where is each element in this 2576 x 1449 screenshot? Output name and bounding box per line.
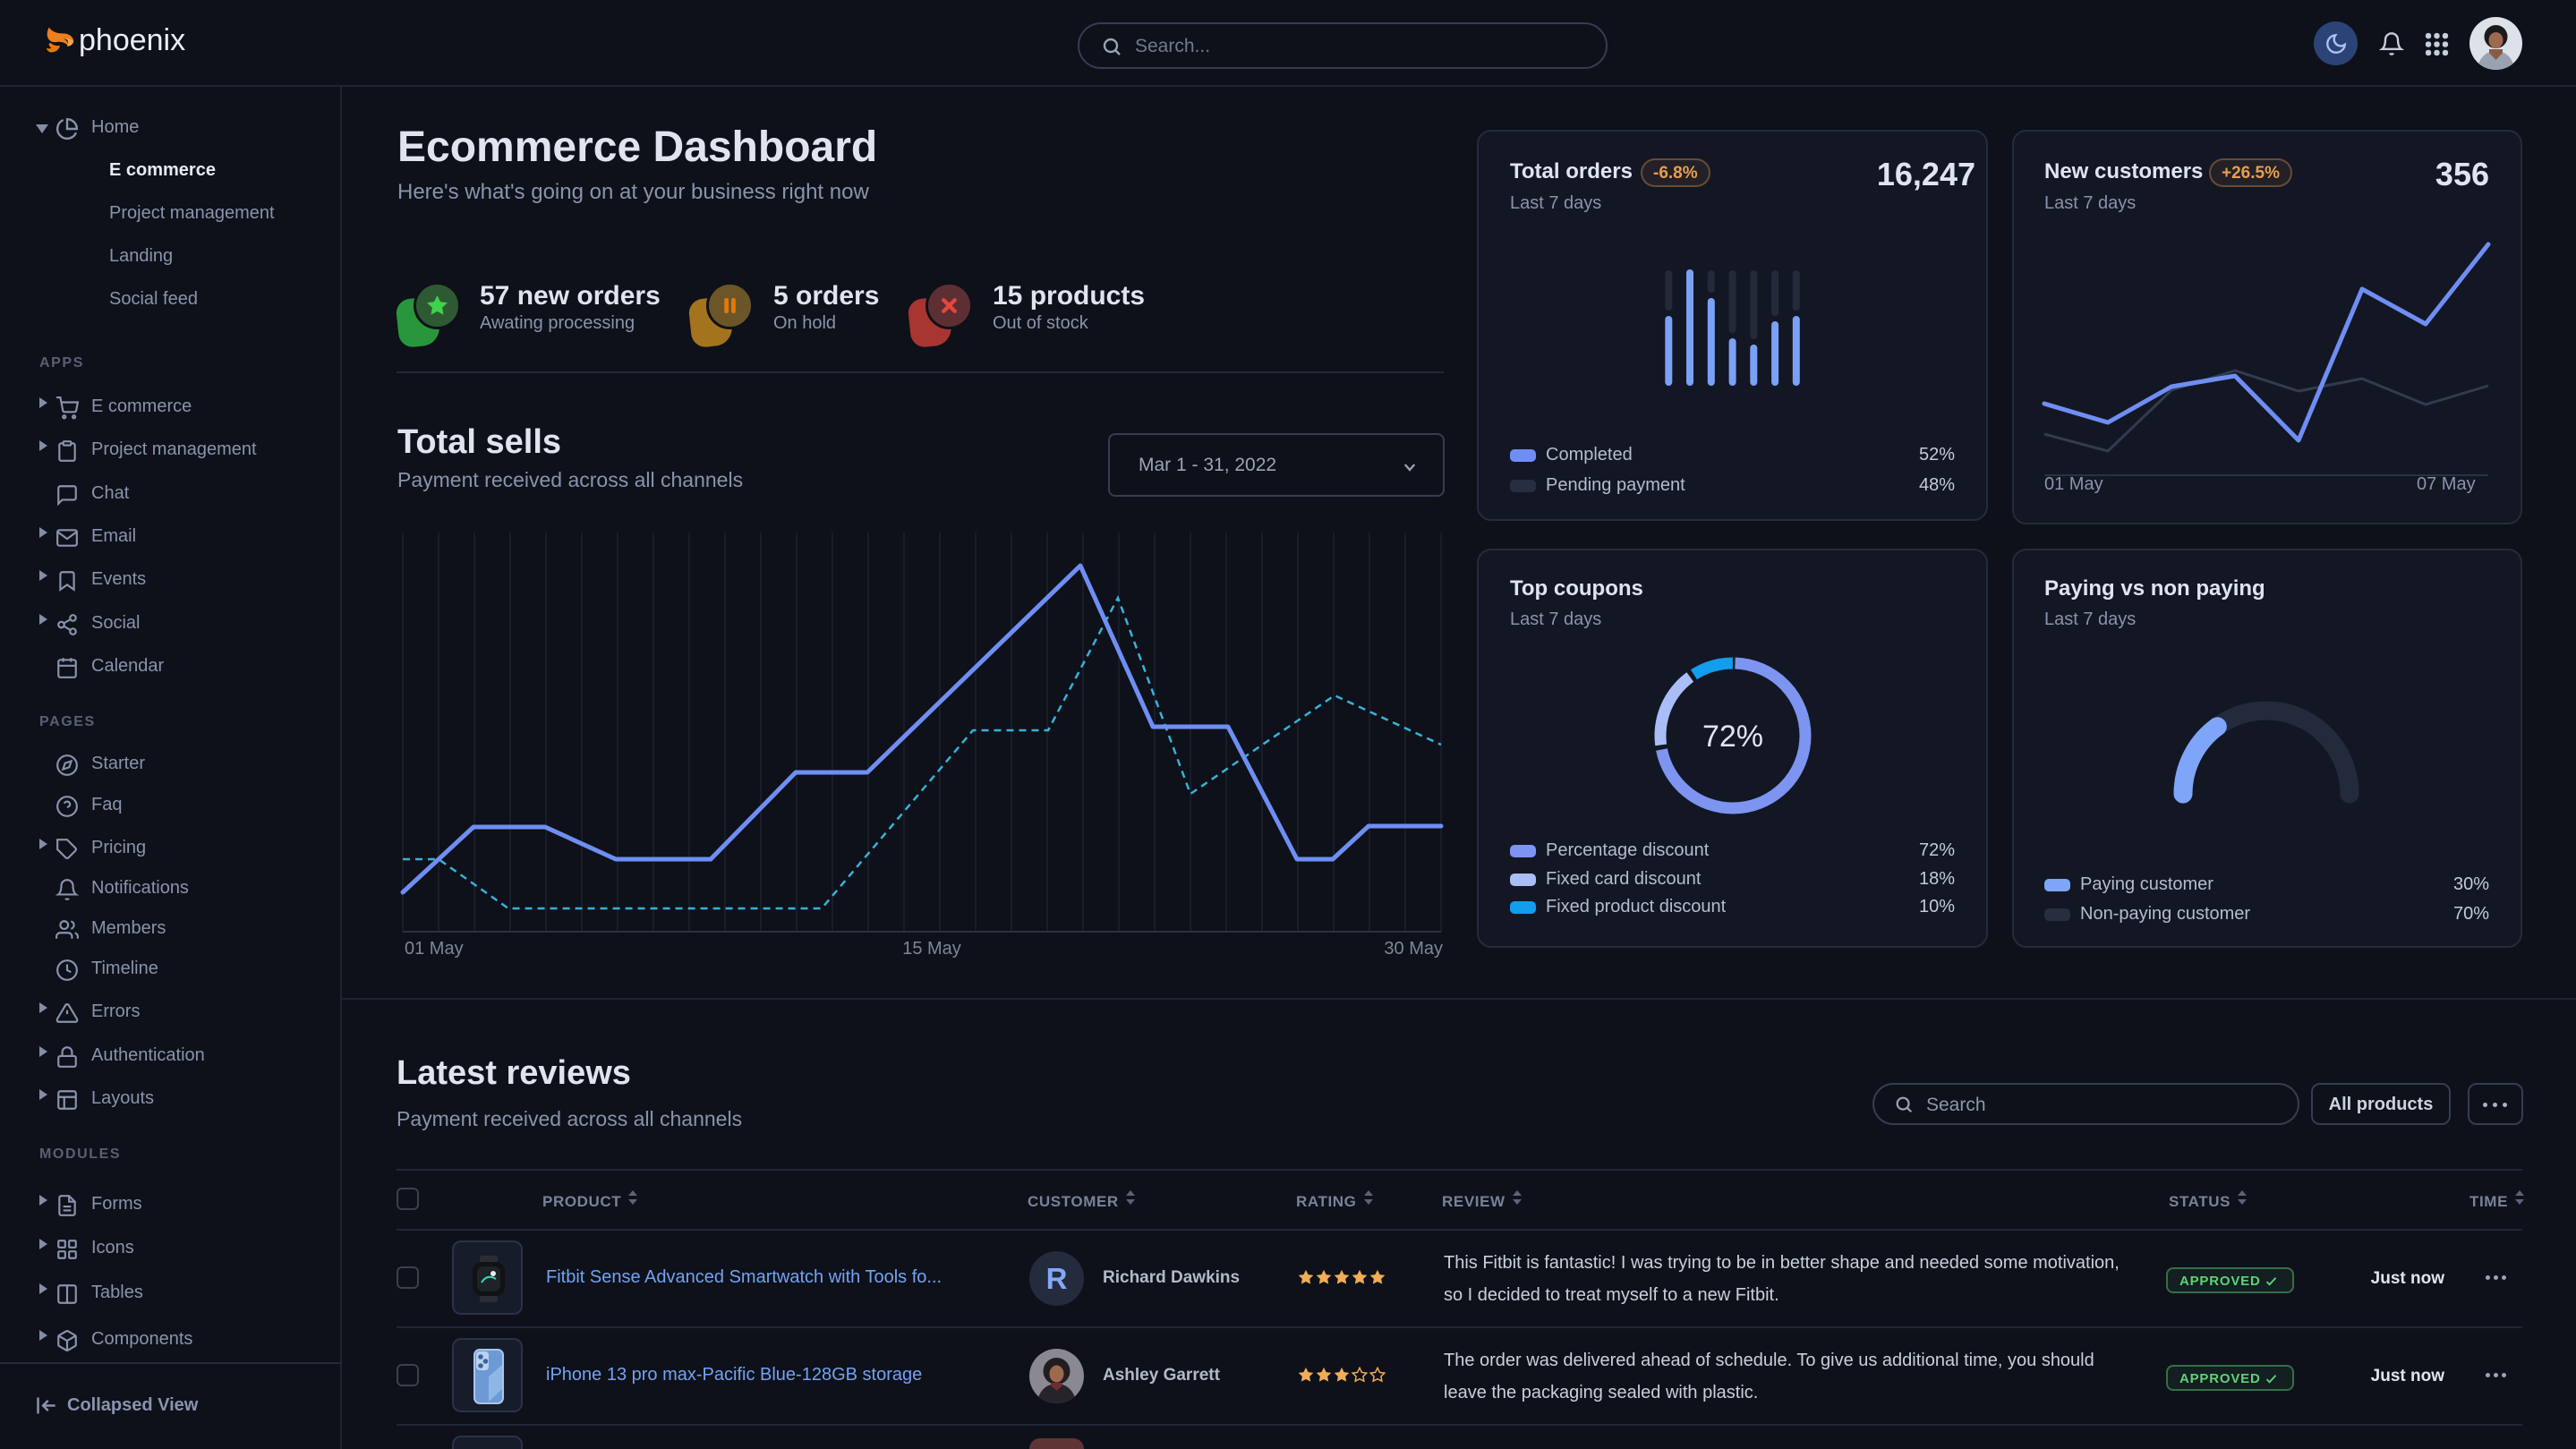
svg-text:15 May: 15 May xyxy=(902,939,961,959)
svg-text:72%: 72% xyxy=(1702,720,1763,754)
svg-text:30 May: 30 May xyxy=(1384,939,1443,959)
svg-text:01 May: 01 May xyxy=(405,939,464,959)
